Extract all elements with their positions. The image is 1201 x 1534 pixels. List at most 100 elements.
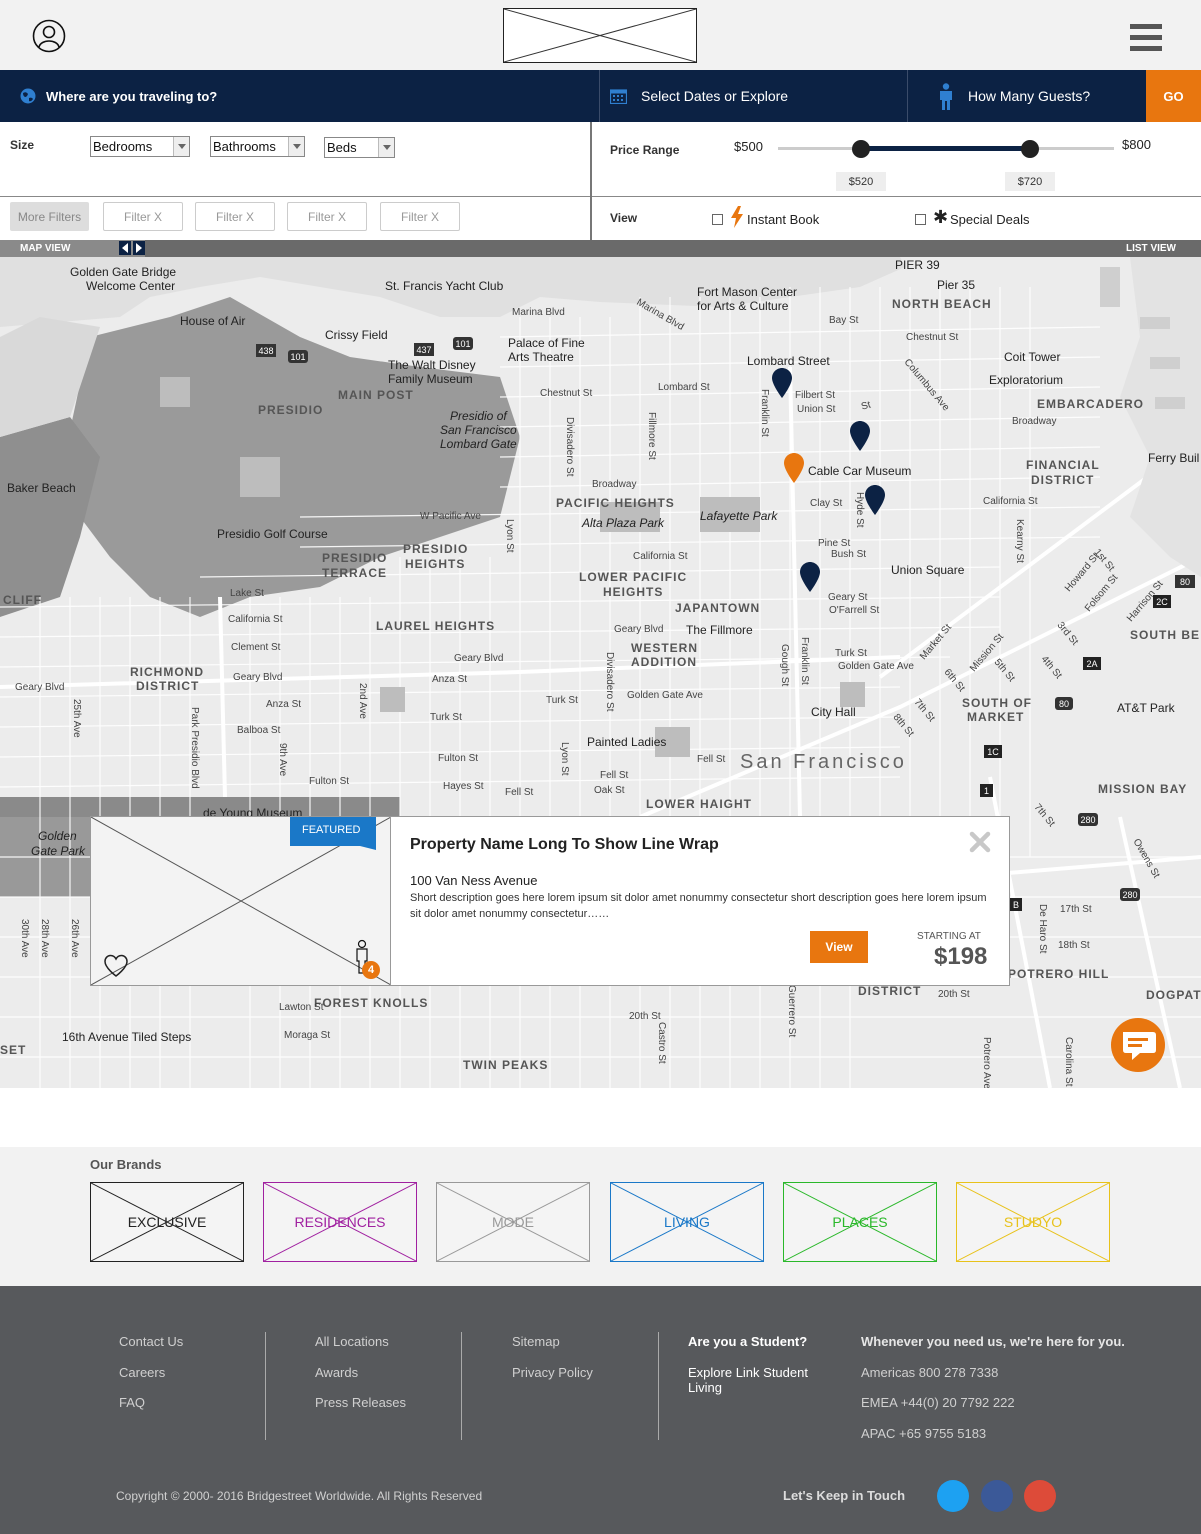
map-label: St. Francis Yacht Club (385, 279, 504, 293)
highway-shield: 2A (1083, 657, 1101, 670)
map-district-label: TERRACE (322, 566, 388, 580)
user-circle-icon[interactable] (32, 19, 66, 53)
toggle-arrows-icon[interactable] (119, 241, 145, 255)
map-marker-icon[interactable] (850, 421, 870, 451)
close-icon[interactable] (969, 831, 991, 853)
map-street-label: Turk St (835, 648, 867, 659)
selected-map-marker-icon[interactable] (784, 453, 804, 483)
filter-chip[interactable]: Filter X (195, 202, 275, 231)
phone-apac[interactable]: APAC +65 9755 5183 (861, 1426, 986, 1441)
highway-shield: 101 (288, 350, 308, 363)
filter-chip[interactable]: Filter X (380, 202, 460, 231)
brand-card[interactable]: LIVING (610, 1182, 764, 1262)
footer-link-locations[interactable]: All Locations (315, 1334, 389, 1349)
student-link-line2[interactable]: Living (688, 1380, 722, 1395)
google-plus-icon[interactable] (1024, 1480, 1056, 1512)
filter-chip[interactable]: Filter X (287, 202, 367, 231)
map-street-label: O'Farrell St (829, 605, 880, 616)
divider (592, 196, 1201, 197)
brand-label: RESIDENCES (294, 1214, 386, 1230)
student-title: Are you a Student? (688, 1334, 808, 1349)
filter-chip[interactable]: Filter X (103, 202, 183, 231)
beds-value: Beds (327, 140, 357, 155)
bathrooms-select[interactable]: Bathrooms (210, 136, 305, 157)
map-street-label: Fillmore St (646, 412, 657, 460)
map-district-label: HEIGHTS (603, 585, 664, 599)
map-street-label: Oak St (594, 785, 625, 796)
divider (461, 1332, 462, 1440)
footer: Contact Us Careers FAQ All Locations Awa… (0, 1286, 1201, 1534)
divider (0, 196, 590, 197)
map-street-label: Geary Blvd (614, 624, 664, 635)
map-street-label: Turk St (546, 695, 578, 706)
view-button[interactable]: View (810, 931, 868, 963)
special-deals-checkbox[interactable] (915, 214, 926, 225)
divider (658, 1332, 659, 1440)
brands-section: Our Brands EXCLUSIVE RESIDENCES MODE LIVING… (0, 1147, 1201, 1286)
chat-icon[interactable] (1110, 1017, 1166, 1073)
property-title[interactable]: Property Name Long To Show Line Wrap (410, 836, 719, 854)
footer-link-press[interactable]: Press Releases (315, 1395, 406, 1410)
student-link-line1[interactable]: Explore Link Student (688, 1365, 808, 1380)
map-label: Family Museum (388, 372, 473, 386)
map-label: Lafayette Park (700, 509, 778, 523)
map-district-label: DISTRICT (1031, 473, 1095, 487)
map-city-label: San Francisco (740, 751, 907, 773)
logo[interactable] (503, 8, 697, 63)
twitter-icon[interactable] (937, 1480, 969, 1512)
dates-field[interactable]: Select Dates or Explore (610, 70, 900, 122)
map-district-label: MARKET (967, 710, 1025, 724)
map-marker-icon[interactable] (865, 485, 885, 515)
bedrooms-select[interactable]: Bedrooms (90, 136, 190, 157)
list-view-label[interactable]: LIST VIEW (1126, 243, 1176, 254)
special-deals-label: Special Deals (950, 212, 1030, 227)
highway-shield: 1C (984, 745, 1002, 758)
map-label: Presidio Golf Course (217, 527, 328, 541)
footer-link-careers[interactable]: Careers (119, 1365, 165, 1380)
brand-card[interactable]: EXCLUSIVE (90, 1182, 244, 1262)
go-button[interactable]: GO (1146, 70, 1201, 122)
hamburger-menu-icon[interactable] (1130, 24, 1162, 52)
map-street-label: 28th Ave (39, 919, 50, 958)
divider (599, 70, 600, 122)
logo-placeholder-icon (504, 9, 696, 62)
footer-link-awards[interactable]: Awards (315, 1365, 358, 1380)
price-low-badge: $520 (836, 172, 886, 191)
map-label: Golden Gate Bridge (70, 265, 177, 279)
highway-shield: 80 (1055, 697, 1073, 710)
map-street-label: Filbert St (795, 390, 836, 401)
map-street-label: Fulton St (438, 753, 479, 764)
map-marker-icon[interactable] (772, 368, 792, 398)
map-marker-icon[interactable] (800, 562, 820, 592)
map-district-label: PRESIDIO (403, 542, 469, 556)
brand-card[interactable]: PLACES (783, 1182, 937, 1262)
brand-card[interactable]: MODE (436, 1182, 590, 1262)
divider (907, 70, 908, 122)
map-street-label: California St (228, 614, 283, 625)
highway-shield: B (1010, 898, 1022, 911)
phone-americas[interactable]: Americas 800 278 7338 (861, 1365, 998, 1380)
guests-field[interactable]: How Many Guests? (937, 70, 1142, 122)
heart-icon[interactable] (103, 954, 129, 978)
map-street-label: Anza St (266, 699, 302, 710)
price-slider-min-handle[interactable] (852, 140, 870, 158)
price-slider-max-handle[interactable] (1021, 140, 1039, 158)
brand-label: LIVING (664, 1214, 710, 1230)
more-filters-button[interactable]: More Filters (10, 202, 89, 231)
destination-field[interactable]: Where are you traveling to? (20, 70, 590, 122)
map-street-label: Balboa St (237, 725, 281, 736)
bedrooms-value: Bedrooms (93, 139, 153, 154)
instant-book-checkbox[interactable] (712, 214, 723, 225)
map-street-label: 30th Ave (19, 919, 30, 958)
brand-card[interactable]: STUDYO (956, 1182, 1110, 1262)
footer-link-contact[interactable]: Contact Us (119, 1334, 183, 1349)
footer-link-faq[interactable]: FAQ (119, 1395, 145, 1410)
beds-select[interactable]: Beds (324, 137, 395, 158)
map-district-label: RICHMOND (130, 665, 204, 679)
facebook-icon[interactable] (981, 1480, 1013, 1512)
brand-card[interactable]: RESIDENCES (263, 1182, 417, 1262)
price-min: $500 (734, 139, 763, 154)
footer-link-privacy[interactable]: Privacy Policy (512, 1365, 593, 1380)
phone-emea[interactable]: EMEA +44(0) 20 7792 222 (861, 1395, 1015, 1410)
footer-link-sitemap[interactable]: Sitemap (512, 1334, 560, 1349)
